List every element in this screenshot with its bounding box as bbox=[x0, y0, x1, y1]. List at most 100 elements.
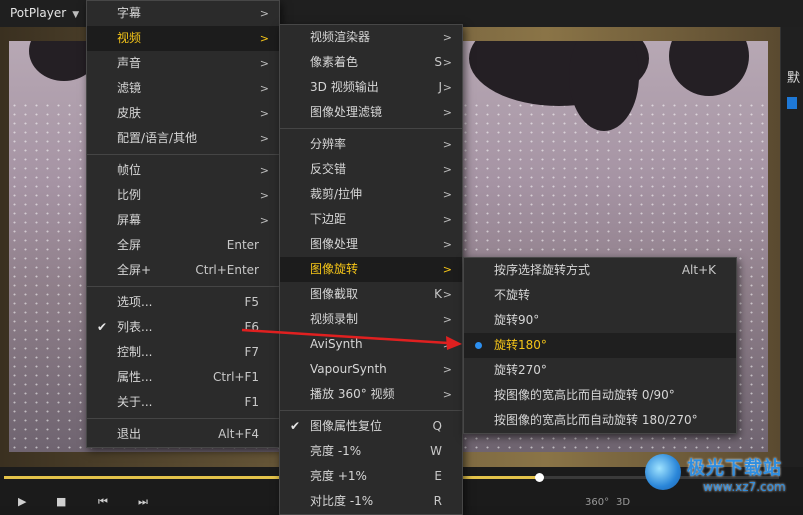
watermark-url: www.xz7.com bbox=[703, 480, 786, 494]
3d-toggle[interactable]: 3D bbox=[616, 497, 630, 508]
radio-dot-icon bbox=[475, 342, 482, 349]
menu-item-label: 视频 bbox=[117, 31, 142, 45]
menu-item-label: 视频录制 bbox=[310, 312, 359, 326]
menu-item-shortcut: R bbox=[433, 494, 442, 508]
play-icon[interactable]: ▶ bbox=[18, 495, 26, 508]
rotate-menu-item-2[interactable]: 旋转90° bbox=[464, 308, 736, 333]
video-menu-item-9[interactable]: 图像处理 > bbox=[280, 232, 462, 257]
menu-item-label: 下边距 bbox=[310, 212, 347, 226]
menu-item-label: 全屏+ bbox=[117, 263, 152, 277]
menu-item-label: 声音 bbox=[117, 56, 142, 70]
main-menu-item-14[interactable]: ✔ 列表... F6 bbox=[87, 315, 279, 340]
menu-item-shortcut: F6 bbox=[244, 320, 259, 334]
video-menu-item-2[interactable]: 3D 视频输出 J > bbox=[280, 75, 462, 100]
video-menu-item-14[interactable]: VapourSynth > bbox=[280, 357, 462, 382]
submenu-arrow-icon: > bbox=[442, 56, 452, 69]
menu-item-label: 旋转180° bbox=[494, 338, 547, 352]
video-menu-item-11[interactable]: 图像截取 K > bbox=[280, 282, 462, 307]
main-menu-item-11[interactable]: 全屏+ Ctrl+Enter bbox=[87, 258, 279, 283]
main-menu-item-1[interactable]: 视频 > bbox=[87, 26, 279, 51]
submenu-arrow-icon: > bbox=[259, 132, 269, 145]
panel-play-icon[interactable] bbox=[787, 97, 797, 109]
app-menu-button[interactable]: PotPlayer ▼ bbox=[4, 0, 85, 27]
video-menu-item-8[interactable]: 下边距 > bbox=[280, 207, 462, 232]
menu-item-shortcut: F7 bbox=[244, 345, 259, 359]
main-menu-item-17[interactable]: 关于... F1 bbox=[87, 390, 279, 415]
panel-label: 默 bbox=[787, 71, 801, 86]
prev-icon[interactable]: ⏮ bbox=[98, 495, 108, 509]
stop-icon[interactable]: ■ bbox=[56, 495, 66, 508]
submenu-arrow-icon: > bbox=[442, 163, 452, 176]
main-menu-item-10[interactable]: 全屏 Enter bbox=[87, 233, 279, 258]
submenu-arrow-icon: > bbox=[259, 189, 269, 202]
video-menu-item-5[interactable]: 分辨率 > bbox=[280, 132, 462, 157]
video-menu-item-13[interactable]: AviSynth > bbox=[280, 332, 462, 357]
video-submenu: 视频渲染器 > 像素着色 S >3D 视频输出 J > 图像处理滤镜 > 分辨率 > 反交错 > 裁剪/拉… bbox=[279, 24, 463, 515]
main-menu-item-3[interactable]: 滤镜 > bbox=[87, 76, 279, 101]
menu-separator bbox=[280, 128, 462, 129]
menu-item-label: 图像属性复位 bbox=[310, 419, 383, 433]
watermark-logo-icon bbox=[645, 454, 681, 490]
menu-item-label: 图像处理滤镜 bbox=[310, 105, 383, 119]
next-icon[interactable]: ⏭ bbox=[138, 495, 148, 509]
rotate-menu-item-4[interactable]: 旋转270° bbox=[464, 358, 736, 383]
video-menu-item-17[interactable]: ✔ 图像属性复位 Q bbox=[280, 414, 462, 439]
video-menu-item-18[interactable]: 亮度 -1% W bbox=[280, 439, 462, 464]
main-menu-item-19[interactable]: 退出 Alt+F4 bbox=[87, 422, 279, 447]
video-menu-item-15[interactable]: 播放 360° 视频 > bbox=[280, 382, 462, 407]
main-menu-item-0[interactable]: 字幕 > bbox=[87, 1, 279, 26]
menu-item-label: 比例 bbox=[117, 188, 142, 202]
submenu-arrow-icon: > bbox=[442, 288, 452, 301]
submenu-arrow-icon: > bbox=[442, 388, 452, 401]
submenu-arrow-icon: > bbox=[259, 164, 269, 177]
submenu-arrow-icon: > bbox=[442, 213, 452, 226]
main-menu-item-8[interactable]: 比例 > bbox=[87, 183, 279, 208]
video-menu-item-3[interactable]: 图像处理滤镜 > bbox=[280, 100, 462, 125]
submenu-arrow-icon: > bbox=[442, 263, 452, 276]
submenu-arrow-icon: > bbox=[259, 32, 269, 45]
submenu-arrow-icon: > bbox=[442, 188, 452, 201]
video-menu-item-6[interactable]: 反交错 > bbox=[280, 157, 462, 182]
seek-handle[interactable] bbox=[534, 473, 544, 482]
rotate-menu-item-1[interactable]: 不旋转 bbox=[464, 283, 736, 308]
main-menu-item-15[interactable]: 控制... F7 bbox=[87, 340, 279, 365]
main-menu-item-16[interactable]: 属性... Ctrl+F1 bbox=[87, 365, 279, 390]
menu-item-shortcut: Ctrl+F1 bbox=[213, 370, 259, 384]
main-menu-item-5[interactable]: 配置/语言/其他 > bbox=[87, 126, 279, 151]
video-menu-item-10[interactable]: 图像旋转 > bbox=[280, 257, 462, 282]
video-menu-item-12[interactable]: 视频录制 > bbox=[280, 307, 462, 332]
video-menu-item-20[interactable]: 对比度 -1% R bbox=[280, 489, 462, 514]
menu-item-label: 视频渲染器 bbox=[310, 30, 371, 44]
360-toggle[interactable]: 360° bbox=[585, 497, 609, 508]
video-menu-item-19[interactable]: 亮度 +1% E bbox=[280, 464, 462, 489]
menu-item-shortcut: E bbox=[434, 469, 442, 483]
menu-item-label: 按序选择旋转方式 bbox=[494, 263, 591, 277]
main-menu-item-4[interactable]: 皮肤 > bbox=[87, 101, 279, 126]
menu-item-label: 旋转270° bbox=[494, 363, 547, 377]
submenu-arrow-icon: > bbox=[442, 31, 452, 44]
submenu-arrow-icon: > bbox=[442, 81, 452, 94]
checkmark-icon: ✔ bbox=[97, 320, 108, 334]
menu-item-label: 不旋转 bbox=[494, 288, 531, 302]
menu-item-label: 裁剪/拉伸 bbox=[310, 187, 363, 201]
menu-item-label: 屏幕 bbox=[117, 213, 142, 227]
main-menu-item-9[interactable]: 屏幕 > bbox=[87, 208, 279, 233]
rotate-menu-item-0[interactable]: 按序选择旋转方式 Alt+K bbox=[464, 258, 736, 283]
menu-item-shortcut: Q bbox=[432, 419, 442, 433]
menu-item-shortcut: Enter bbox=[226, 238, 259, 252]
menu-item-label: 属性... bbox=[117, 370, 153, 384]
main-menu-item-2[interactable]: 声音 > bbox=[87, 51, 279, 76]
main-menu-item-13[interactable]: 选项... F5 bbox=[87, 290, 279, 315]
main-menu-item-7[interactable]: 帧位 > bbox=[87, 158, 279, 183]
video-menu-item-7[interactable]: 裁剪/拉伸 > bbox=[280, 182, 462, 207]
menu-item-label: 图像截取 bbox=[310, 287, 359, 301]
menu-item-label: 按图像的宽高比而自动旋转 0/90° bbox=[494, 388, 675, 402]
menu-item-label: 按图像的宽高比而自动旋转 180/270° bbox=[494, 413, 698, 427]
rotate-menu-item-3[interactable]: 旋转180° bbox=[464, 333, 736, 358]
rotate-menu-item-6[interactable]: 按图像的宽高比而自动旋转 180/270° bbox=[464, 408, 736, 433]
menu-item-label: 控制... bbox=[117, 345, 153, 359]
video-menu-item-1[interactable]: 像素着色 S > bbox=[280, 50, 462, 75]
rotate-menu-item-5[interactable]: 按图像的宽高比而自动旋转 0/90° bbox=[464, 383, 736, 408]
app-title: PotPlayer bbox=[10, 6, 67, 20]
video-menu-item-0[interactable]: 视频渲染器 > bbox=[280, 25, 462, 50]
